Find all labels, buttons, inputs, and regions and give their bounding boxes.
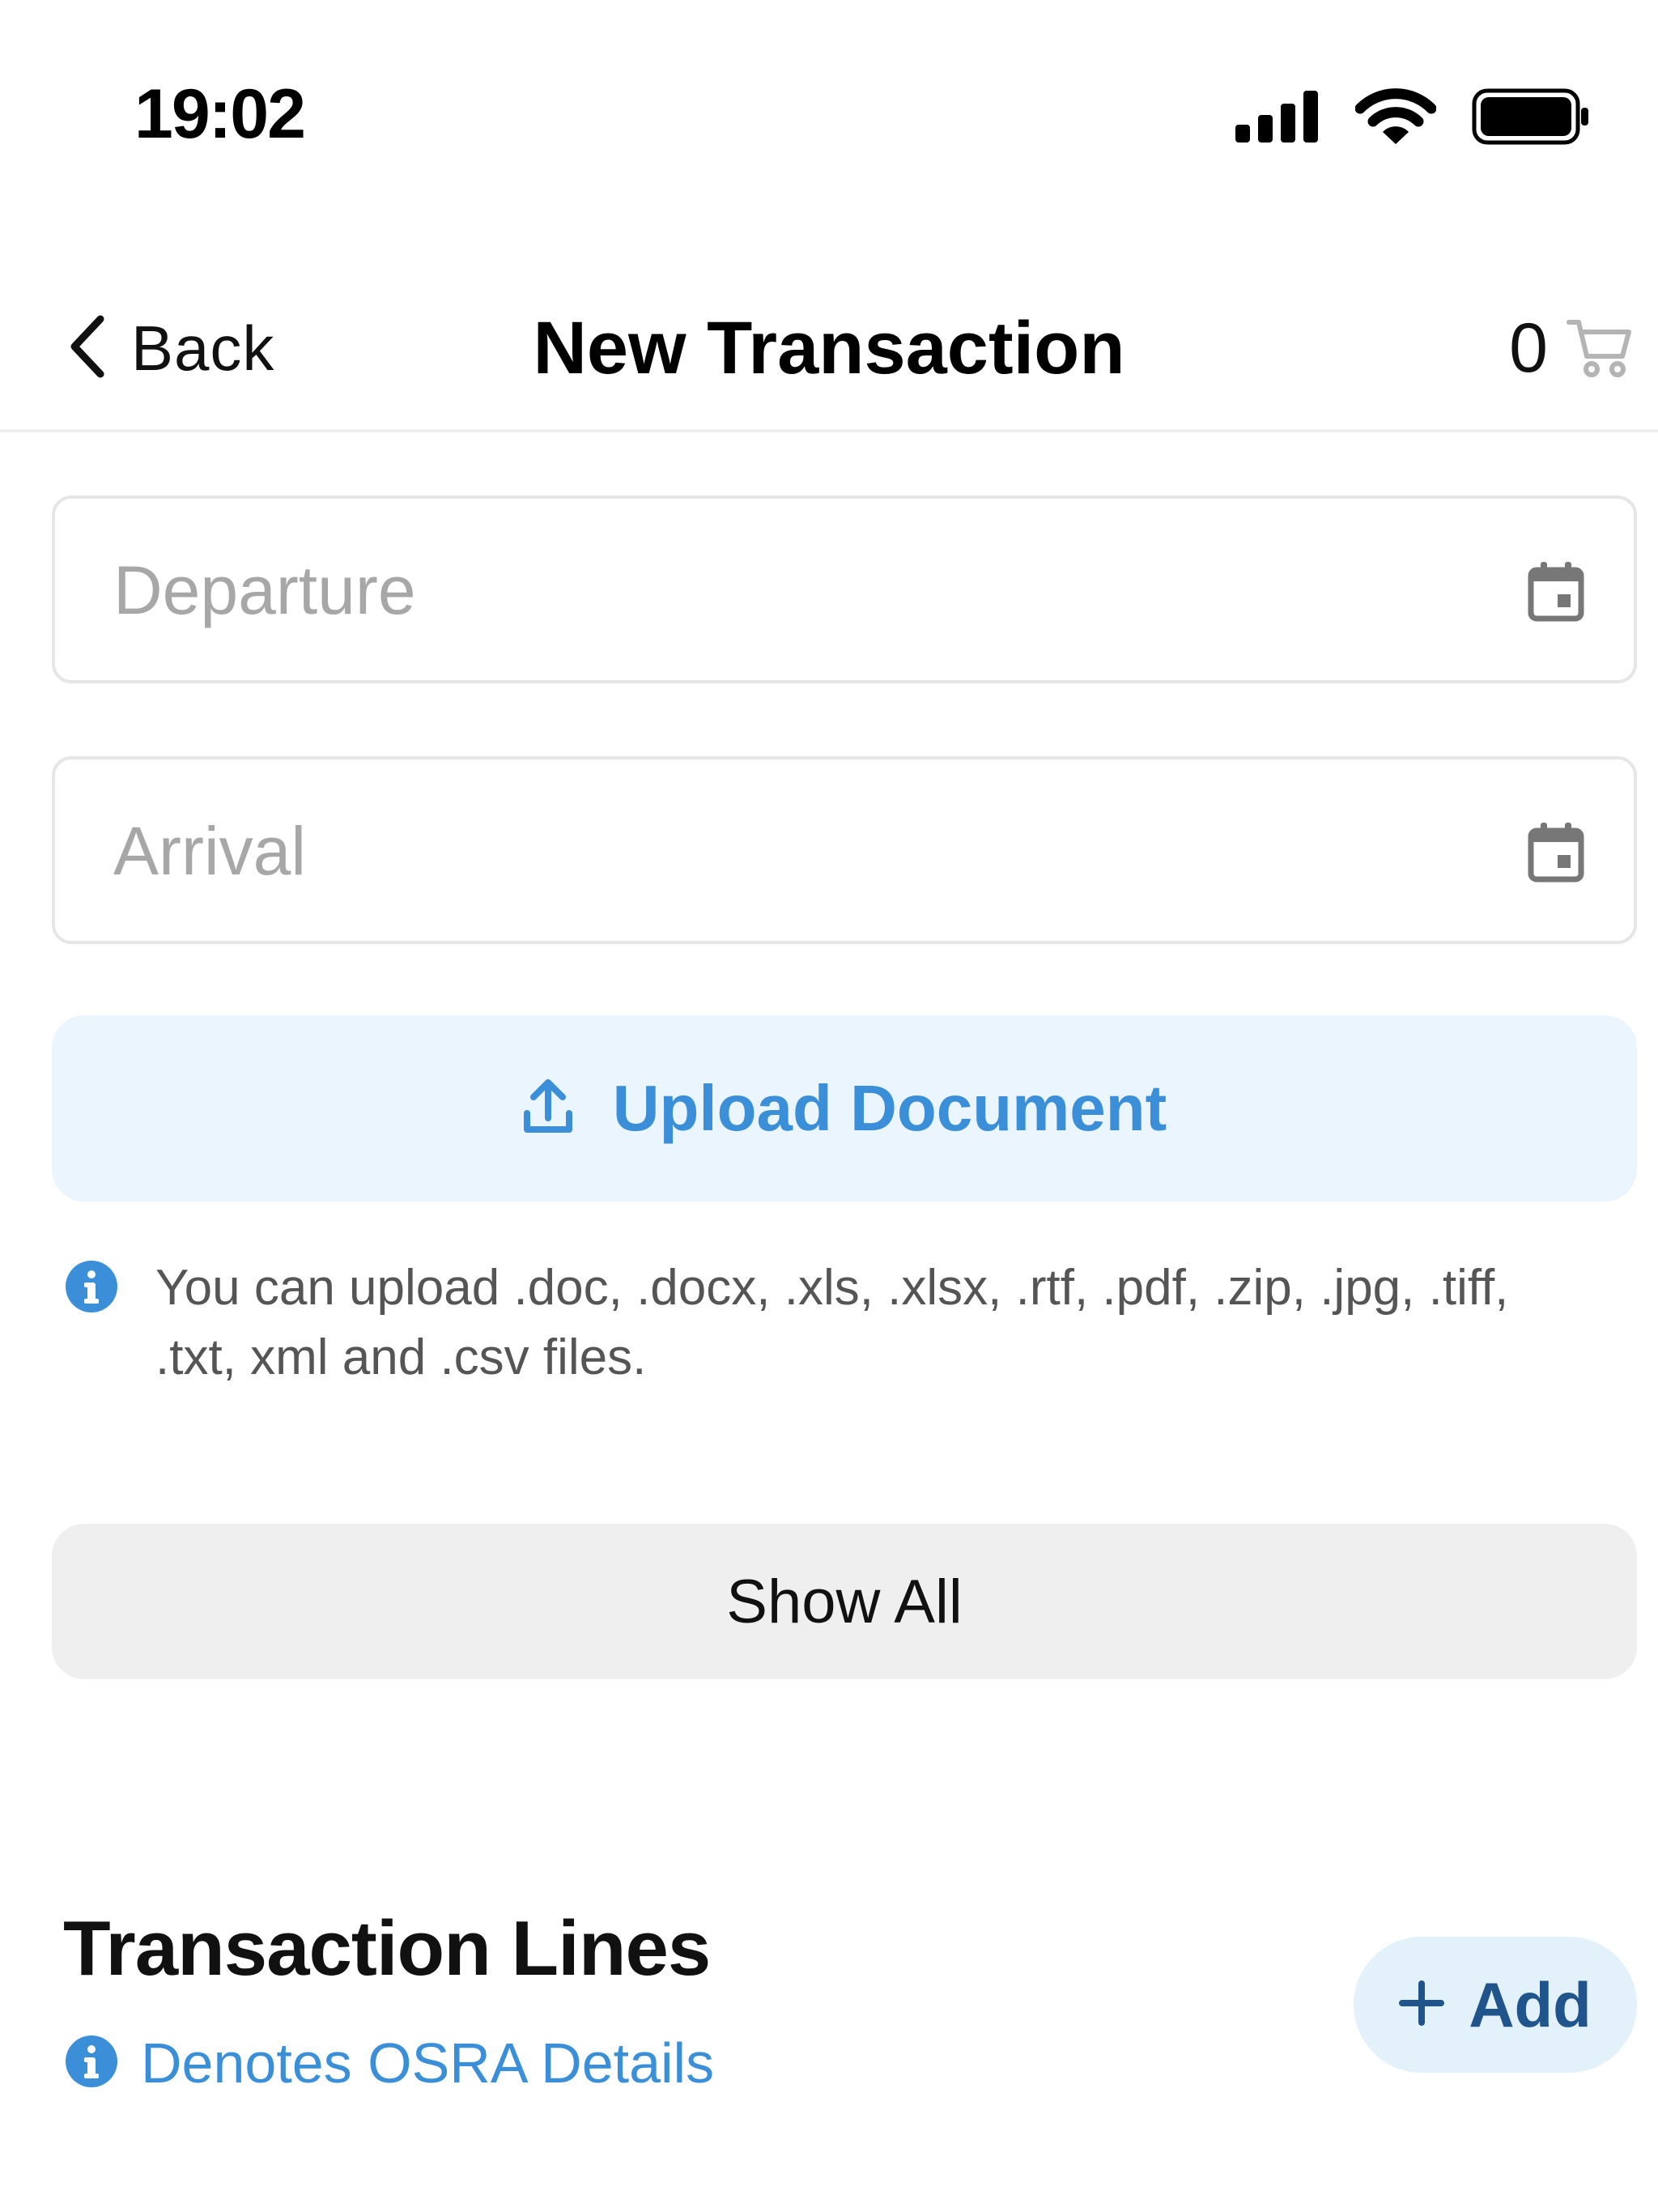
show-all-button[interactable]: Show All [52, 1524, 1637, 1679]
add-transaction-line-button[interactable]: Add [1354, 1937, 1637, 2073]
show-all-label: Show All [726, 1567, 963, 1636]
status-bar: 19:02 [0, 0, 1658, 235]
upload-info: You can upload .doc, .docx, .xls, .xlsx,… [65, 1253, 1603, 1393]
calendar-icon[interactable] [1527, 560, 1585, 626]
nav-bar: Back New Transaction 0 [0, 267, 1658, 432]
upload-document-label: Upload Document [612, 1072, 1167, 1144]
departure-field[interactable] [52, 496, 1637, 683]
cellular-signal-icon [1235, 91, 1320, 147]
upload-icon [522, 1078, 574, 1140]
info-icon [65, 2035, 118, 2092]
calendar-icon[interactable] [1527, 821, 1585, 887]
add-label: Add [1469, 1968, 1592, 2040]
osra-note-label: Denotes OSRA Details [141, 2031, 715, 2095]
upload-info-text: You can upload .doc, .docx, .xls, .xlsx,… [155, 1260, 1509, 1385]
arrival-input[interactable] [112, 759, 1491, 942]
departure-input[interactable] [112, 499, 1491, 682]
plus-icon [1399, 1980, 1445, 2030]
battery-icon [1472, 88, 1590, 149]
page-title: New Transaction [533, 307, 1125, 389]
osra-note: Denotes OSRA Details [65, 2031, 714, 2095]
status-time: 19:02 [134, 75, 306, 153]
wifi-icon [1354, 87, 1437, 150]
upload-document-button[interactable]: Upload Document [52, 1015, 1637, 1202]
cart-button[interactable]: 0 [1509, 300, 1632, 397]
status-icons [1235, 87, 1590, 150]
transaction-lines-title: Transaction Lines [63, 1905, 711, 1992]
arrival-field[interactable] [52, 756, 1637, 944]
cart-count: 0 [1509, 308, 1548, 387]
cart-icon [1566, 314, 1632, 383]
info-icon [65, 1260, 118, 1317]
